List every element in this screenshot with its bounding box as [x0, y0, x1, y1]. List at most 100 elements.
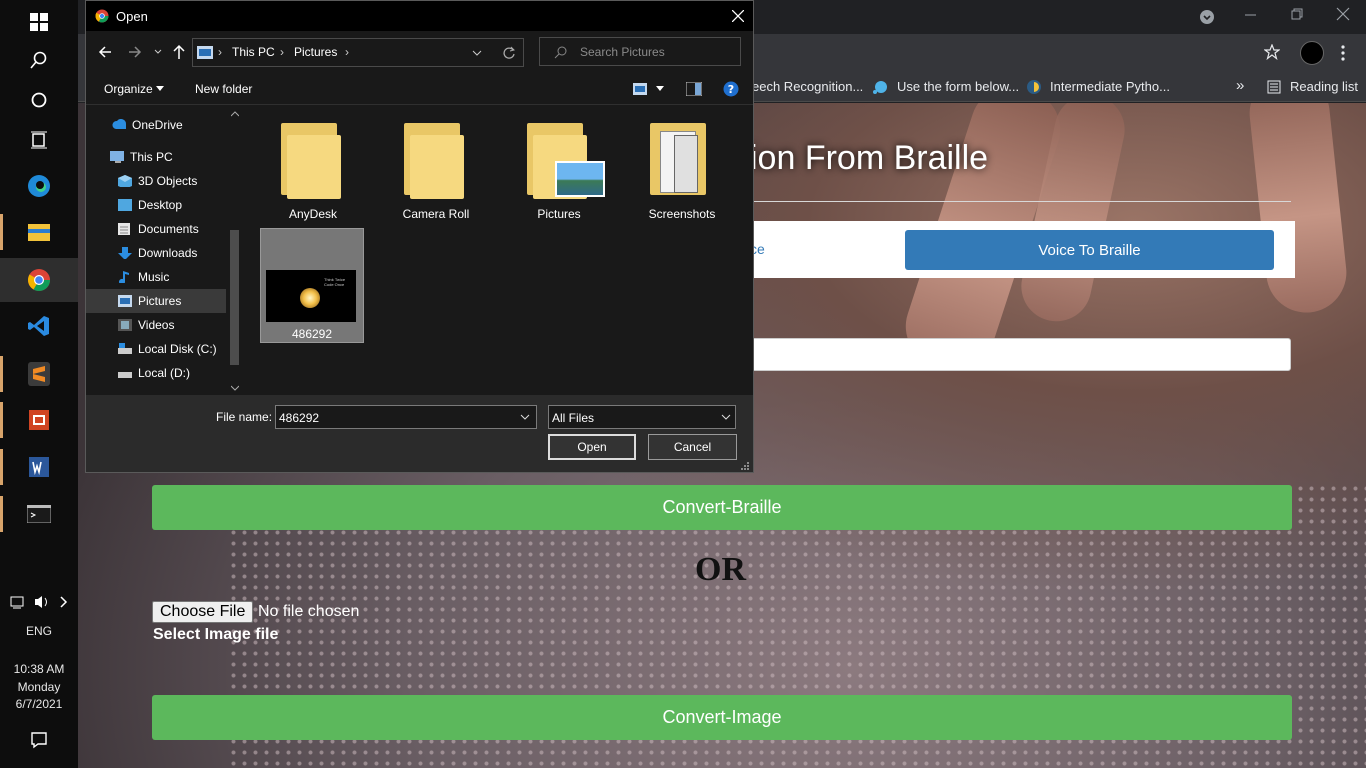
edge-taskbar-button[interactable] [0, 164, 78, 208]
tree-item-label: This PC [130, 150, 173, 164]
file-explorer-taskbar-button[interactable] [0, 210, 78, 254]
refresh-icon[interactable] [502, 46, 516, 60]
file-status-text: No file chosen [258, 603, 360, 620]
restore-icon[interactable] [1290, 8, 1304, 22]
braille-input[interactable] [750, 338, 1291, 371]
chrome-taskbar-button[interactable] [0, 258, 78, 302]
vscode-taskbar-button[interactable] [0, 304, 78, 348]
python-favicon-icon [1027, 80, 1041, 94]
search-box[interactable]: Search Pictures [539, 37, 741, 66]
language-indicator[interactable]: ENG [0, 624, 78, 638]
taskbar: ENG 10:38 AM Monday 6/7/2021 [0, 0, 78, 768]
menu-dots-icon[interactable] [1340, 44, 1346, 62]
dialog-titlebar: Open [86, 1, 753, 31]
bookmark-item[interactable]: Use the form below... [897, 79, 1019, 94]
file-list: AnyDesk Camera Roll Pictures Screenshots… [244, 105, 753, 395]
image-thumbnail: Think Twice Code Once [266, 270, 356, 322]
sublime-taskbar-button[interactable] [0, 352, 78, 396]
folder-label: Camera Roll [402, 207, 470, 221]
folder-item[interactable]: Screenshots [630, 105, 734, 223]
desktop-icon [118, 199, 132, 211]
bookmark-item[interactable]: Intermediate Pytho... [1050, 79, 1170, 94]
folder-item[interactable]: Pictures [507, 105, 611, 223]
recent-chevron-down-icon[interactable] [154, 48, 162, 56]
filename-input[interactable]: 486292 [275, 405, 537, 429]
convert-braille-button[interactable]: Convert-Braille [152, 485, 1292, 530]
help-icon[interactable]: ? [723, 81, 739, 97]
resize-grip-icon[interactable] [740, 461, 750, 471]
reading-list-button[interactable]: Reading list [1290, 79, 1358, 94]
dialog-footer: File name: 486292 All Files Open Cancel [86, 395, 753, 472]
tree-item-3d-objects[interactable]: 3D Objects [86, 169, 226, 193]
cancel-button[interactable]: Cancel [648, 434, 737, 460]
filetype-select[interactable]: All Files [548, 405, 736, 429]
tab-panel: ce Voice To Braille [750, 221, 1295, 278]
bookmark-star-icon[interactable] [1264, 44, 1280, 60]
open-button[interactable]: Open [548, 434, 636, 460]
clock-time[interactable]: 10:38 AM [0, 662, 78, 676]
tree-item-local-d[interactable]: Local (D:) [86, 361, 226, 385]
dialog-command-bar: Organize New folder ? [86, 73, 753, 105]
breadcrumb-this-pc[interactable]: This PC [232, 45, 275, 59]
tree-item-label: Downloads [138, 246, 198, 260]
powerpoint-taskbar-button[interactable] [0, 398, 78, 442]
scroll-down-chevron-icon[interactable] [231, 385, 239, 391]
computer-icon [110, 151, 124, 163]
search-icon [554, 46, 567, 59]
scrollbar-thumb[interactable] [230, 230, 239, 365]
view-options-icon[interactable] [633, 83, 647, 95]
new-folder-button[interactable]: New folder [195, 82, 252, 96]
file-item-selected[interactable]: Think Twice Code Once 486292 [260, 228, 364, 343]
choose-file-button[interactable]: Choose File [152, 601, 254, 623]
landscape-thumbnail [555, 161, 605, 197]
voice-to-braille-tab[interactable]: Voice To Braille [905, 230, 1274, 270]
filetype-value: All Files [552, 411, 595, 425]
tree-item-onedrive[interactable]: OneDrive [86, 113, 226, 137]
tab-search-icon[interactable] [1199, 9, 1215, 25]
tree-item-label: Music [138, 270, 170, 284]
tree-item-label: Pictures [138, 294, 182, 308]
word-taskbar-button[interactable] [0, 445, 78, 489]
tree-item-music[interactable]: Music [86, 265, 226, 289]
cortana-button[interactable] [0, 78, 78, 122]
tree-item-desktop[interactable]: Desktop [86, 193, 226, 217]
tree-scrollbar[interactable] [228, 105, 242, 395]
tree-item-this-pc[interactable]: This PC [86, 145, 226, 169]
forward-arrow-icon[interactable] [128, 45, 142, 59]
convert-image-button[interactable]: Convert-Image [152, 695, 1292, 740]
tree-item-downloads[interactable]: Downloads [86, 241, 226, 265]
search-button[interactable] [0, 38, 78, 82]
folder-item[interactable]: AnyDesk [261, 105, 365, 223]
up-arrow-icon[interactable] [172, 44, 186, 60]
filename-label: File name: [216, 410, 273, 424]
download-arrow-icon [118, 247, 132, 259]
back-arrow-icon[interactable] [98, 45, 112, 59]
organize-menu[interactable]: Organize [104, 82, 153, 96]
profile-avatar[interactable] [1300, 41, 1324, 65]
folder-icon [28, 224, 50, 241]
filename-chevron-down-icon[interactable] [520, 414, 530, 421]
minimize-icon[interactable] [1244, 8, 1258, 22]
tree-item-pictures[interactable]: Pictures [86, 289, 226, 313]
close-window-icon[interactable] [1336, 7, 1350, 21]
view-chevron-down-icon[interactable] [656, 86, 664, 92]
address-bar[interactable]: › This PC › Pictures › [192, 38, 524, 67]
address-chevron-down-icon[interactable] [472, 49, 482, 57]
folder-item[interactable]: Camera Roll [384, 105, 488, 223]
terminal-taskbar-button[interactable] [0, 492, 78, 536]
preview-pane-icon[interactable] [686, 82, 702, 96]
tree-item-videos[interactable]: Videos [86, 313, 226, 337]
folder-label: Screenshots [648, 207, 716, 221]
tree-item-documents[interactable]: Documents [86, 217, 226, 241]
breadcrumb-pictures[interactable]: Pictures [294, 45, 337, 59]
tree-item-label: Documents [138, 222, 199, 236]
tree-item-local-disk-c[interactable]: Local Disk (C:) [86, 337, 226, 361]
close-icon[interactable] [732, 10, 744, 22]
scroll-up-chevron-icon[interactable] [231, 111, 239, 117]
more-bookmarks-chevron-icon[interactable]: » [1236, 77, 1244, 94]
task-view-button[interactable] [0, 118, 78, 162]
bookmark-item[interactable]: eech Recognition... [752, 79, 863, 94]
system-tray[interactable] [0, 582, 78, 622]
filetype-chevron-down-icon[interactable] [721, 414, 731, 421]
notifications-button[interactable] [0, 718, 78, 762]
